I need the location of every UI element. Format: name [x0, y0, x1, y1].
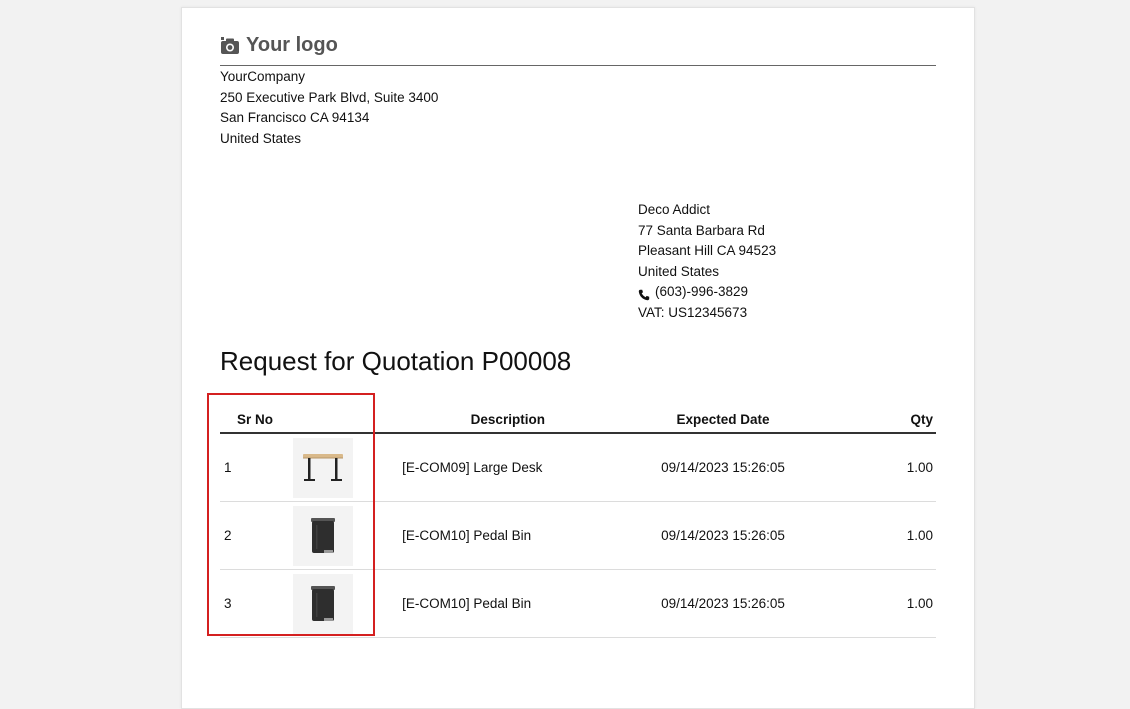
row-image-cell — [291, 433, 391, 502]
row-description: [E-COM09] Large Desk — [390, 433, 626, 502]
logo-text: Your logo — [246, 34, 338, 56]
row-qty: 1.00 — [820, 433, 936, 502]
company-city: San Francisco CA 94134 — [220, 110, 370, 125]
partner-phone: (603)-996-3829 — [655, 284, 749, 300]
partner-vat: VAT: US12345673 — [638, 304, 748, 320]
row-qty: 1.00 — [820, 501, 936, 570]
row-expected-date: 09/14/2023 15:26:05 — [625, 433, 821, 502]
header-description: Description — [390, 406, 626, 434]
partner-name: Deco Addict — [638, 202, 711, 217]
company-logo: Your logo — [220, 34, 338, 57]
header-qty: Qty — [820, 406, 936, 434]
row-image-cell — [291, 501, 391, 570]
pedal-bin-image — [292, 573, 353, 634]
row-expected-date: 09/14/2023 15:26:05 — [625, 569, 821, 638]
table-row: 1 [E-COM09] Large Desk 09/14/2023 15:26:… — [220, 433, 936, 502]
row-sr-no: 3 — [220, 569, 292, 638]
partner-phone-line: (603)-996-3829 — [638, 282, 776, 303]
camera-icon — [220, 36, 240, 55]
document-title: Request for Quotation P00008 — [220, 346, 572, 376]
table-header-row: Sr No Description Expected Date Qty — [220, 406, 936, 434]
company-name: YourCompany — [220, 69, 306, 84]
table-row: 2 [E-COM10] Pedal Bin 09/14/2023 15:26:0… — [220, 501, 936, 570]
row-sr-no: 1 — [220, 433, 292, 502]
company-address: YourCompany 250 Executive Park Blvd, Sui… — [220, 67, 438, 149]
row-expected-date: 09/14/2023 15:26:05 — [625, 501, 821, 570]
partner-city: Pleasant Hill CA 94523 — [638, 243, 777, 259]
phone-icon — [638, 287, 650, 300]
partner-address: Deco Addict 77 Santa Barbara Rd Pleasant… — [638, 200, 776, 324]
company-country: United States — [220, 130, 302, 146]
partner-country: United States — [638, 263, 720, 279]
row-qty: 1.00 — [820, 569, 936, 638]
company-street: 250 Executive Park Blvd, Suite 3400 — [220, 89, 439, 105]
header-expected-date: Expected Date — [625, 406, 821, 434]
desk-image — [292, 437, 353, 498]
header-divider — [220, 65, 936, 66]
report-page: Your logo YourCompany 250 Executive Park… — [181, 7, 975, 709]
partner-street: 77 Santa Barbara Rd — [638, 222, 765, 238]
row-image-cell — [291, 569, 391, 638]
header-sr-no: Sr No — [220, 406, 391, 434]
row-description: [E-COM10] Pedal Bin — [390, 501, 626, 570]
table-row: 3 [E-COM10] Pedal Bin 09/14/2023 15:26:0… — [220, 569, 936, 638]
pedal-bin-image — [292, 505, 353, 566]
order-lines-table: Sr No Description Expected Date Qty 1 [E… — [220, 406, 936, 638]
row-description: [E-COM10] Pedal Bin — [390, 569, 626, 638]
row-sr-no: 2 — [220, 501, 292, 570]
